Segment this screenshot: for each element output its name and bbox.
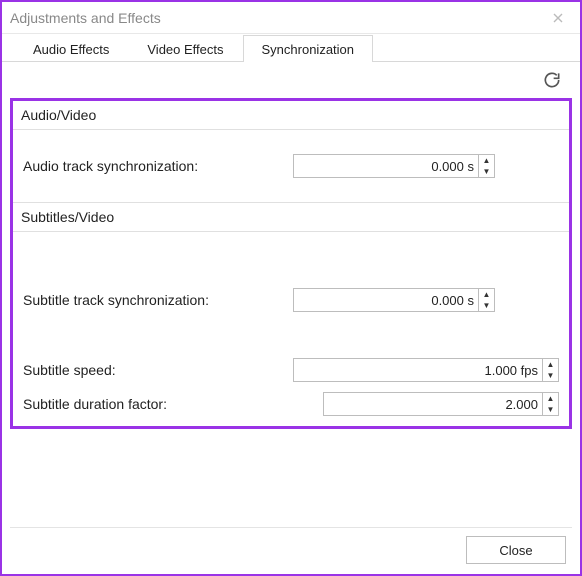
tab-synchronization[interactable]: Synchronization [243,35,374,62]
chevron-down-icon[interactable]: ▼ [543,404,558,415]
subtitle-sync-stepper[interactable]: ▲ ▼ [293,288,495,312]
chevron-up-icon[interactable]: ▲ [543,359,558,370]
label-audio-sync: Audio track synchronization: [23,158,293,174]
subtitle-speed-spin-buttons: ▲ ▼ [542,359,558,381]
footer: Close [466,536,566,564]
chevron-up-icon[interactable]: ▲ [543,393,558,404]
window-title: Adjustments and Effects [10,10,544,26]
refresh-icon[interactable] [542,70,562,90]
titlebar: Adjustments and Effects [2,2,580,34]
audio-sync-spin-buttons: ▲ ▼ [478,155,494,177]
row-audio-sync: Audio track synchronization: ▲ ▼ [23,154,559,178]
tab-audio-effects[interactable]: Audio Effects [14,35,128,62]
subtitle-duration-spin-buttons: ▲ ▼ [542,393,558,415]
row-subtitle-sync: Subtitle track synchronization: ▲ ▼ [23,288,559,312]
group-header-audio-video: Audio/Video [13,101,569,130]
close-icon[interactable] [544,7,572,29]
tab-bar: Audio Effects Video Effects Synchronizat… [2,34,580,62]
subtitle-speed-stepper[interactable]: ▲ ▼ [293,358,559,382]
label-subtitle-duration: Subtitle duration factor: [23,396,323,412]
subtitle-sync-spin-buttons: ▲ ▼ [478,289,494,311]
group-header-subtitles-video: Subtitles/Video [13,202,569,232]
chevron-down-icon[interactable]: ▼ [543,370,558,381]
subtitle-sync-input[interactable] [294,289,478,311]
footer-separator [10,527,572,528]
close-button[interactable]: Close [466,536,566,564]
group-body-subtitle-extra: Subtitle speed: ▲ ▼ Subtitle duration fa… [13,358,569,426]
label-subtitle-sync: Subtitle track synchronization: [23,292,293,308]
chevron-up-icon[interactable]: ▲ [479,155,494,166]
chevron-up-icon[interactable]: ▲ [479,289,494,300]
chevron-down-icon[interactable]: ▼ [479,300,494,311]
toolbar [2,62,580,98]
row-subtitle-speed: Subtitle speed: ▲ ▼ [23,358,559,382]
group-body-subtitles-video: Subtitle track synchronization: ▲ ▼ [13,232,569,358]
audio-sync-input[interactable] [294,155,478,177]
audio-sync-stepper[interactable]: ▲ ▼ [293,154,495,178]
label-subtitle-speed: Subtitle speed: [23,362,293,378]
subtitle-speed-input[interactable] [294,359,542,381]
subtitle-duration-stepper[interactable]: ▲ ▼ [323,392,559,416]
subtitle-duration-input[interactable] [324,393,542,415]
row-subtitle-duration: Subtitle duration factor: ▲ ▼ [23,392,559,416]
group-body-audio-video: Audio track synchronization: ▲ ▼ [13,130,569,202]
chevron-down-icon[interactable]: ▼ [479,166,494,177]
tab-video-effects[interactable]: Video Effects [128,35,242,62]
sync-panel: Audio/Video Audio track synchronization:… [10,98,572,429]
